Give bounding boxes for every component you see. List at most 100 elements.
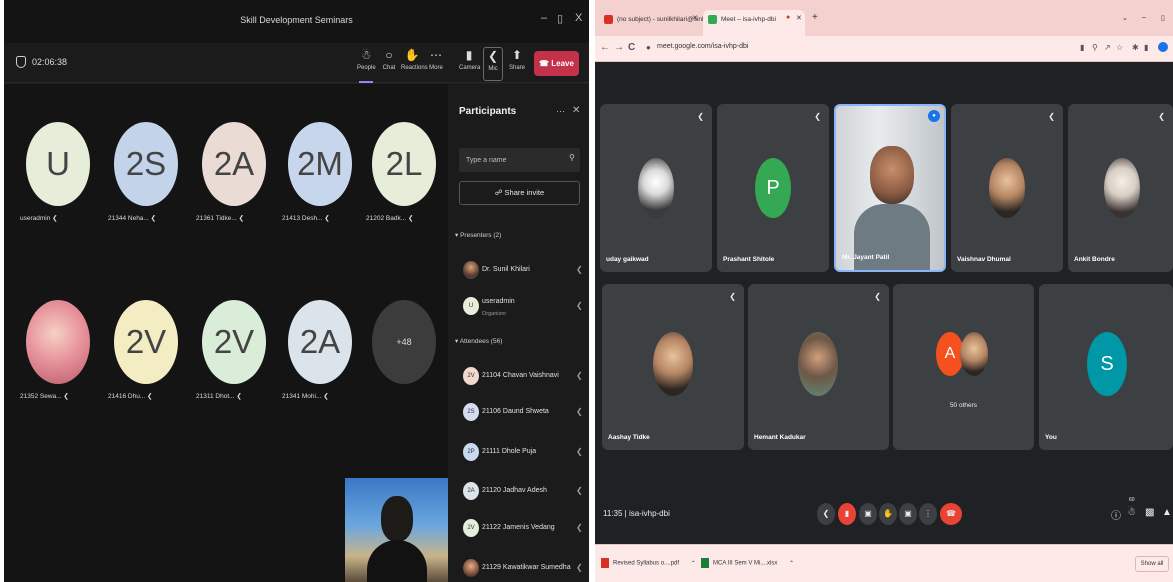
participant-row[interactable]: 2S 21106 Daund Shweta ❮ (460, 400, 585, 424)
participant-search-input[interactable] (459, 148, 580, 172)
overflow-tile[interactable]: +48 (366, 300, 442, 384)
tab-search-icon[interactable]: ⌄ (1122, 14, 1128, 22)
more-options-button[interactable]: ⋮ (919, 503, 937, 525)
close-tab-icon[interactable]: ✕ (692, 14, 698, 22)
zoom-icon[interactable]: ⚲ (1092, 43, 1098, 52)
leave-call-button[interactable]: ☎ (940, 503, 962, 525)
close-tab-icon[interactable]: ✕ (796, 14, 802, 22)
people-button[interactable]: ☃ People (357, 47, 376, 83)
download-item[interactable]: MCA III Sem V Mi....xlsx ⌃ (701, 558, 794, 568)
avatar-letter: P (755, 158, 791, 218)
share-page-icon[interactable]: ↗ (1104, 43, 1111, 52)
mic-muted-icon: ❮ (874, 292, 881, 301)
close-icon[interactable]: X (575, 12, 582, 24)
chat-icon[interactable]: ▩ (1145, 507, 1154, 518)
participant-tile[interactable]: 2V 21416 Dhu... ❮ (108, 300, 184, 400)
raise-hand-button[interactable]: ✋ (879, 503, 897, 525)
activities-icon[interactable]: ▲ (1162, 507, 1172, 518)
share-invite-label: Share invite (504, 188, 545, 197)
attendees-heading[interactable]: ▾ Attendees (56) (455, 337, 502, 345)
share-invite-button[interactable]: ☍ Share invite (459, 181, 580, 205)
others-tile[interactable]: A 50 others (893, 284, 1034, 450)
more-vertical-icon: ⋮ (924, 509, 932, 518)
chevron-up-icon[interactable]: ⌃ (789, 561, 794, 567)
camera-button[interactable]: ▮ Camera (459, 47, 481, 81)
mic-button[interactable]: ❮ (817, 503, 835, 525)
leave-button[interactable]: ☎ Leave (534, 51, 579, 76)
tab-gmail[interactable]: (no subject) - sunilkhilari@sinhg... (599, 10, 715, 36)
participant-tile[interactable]: 2L 21202 Badk... ❮ (366, 122, 442, 222)
show-all-button[interactable]: Show all (1135, 556, 1169, 572)
profile-avatar[interactable] (1158, 42, 1168, 52)
participant-row[interactable]: 2V 21122 Jamenis Vedang ❮ (460, 516, 585, 540)
mic-muted-icon: ❮ (576, 265, 583, 274)
video-grid: U useradmin ❮ 2S 21344 Neha... ❮ 2A 2136… (4, 84, 448, 582)
camera-off-button[interactable]: ▮ (838, 503, 856, 525)
reactions-button[interactable]: ✋ Reactions (401, 47, 428, 81)
maximize-icon[interactable]: ▯ (1161, 14, 1165, 22)
present-button[interactable]: ▣ (899, 503, 917, 525)
chevron-up-icon[interactable]: ⌃ (691, 561, 696, 567)
maximize-icon[interactable]: ▯ (557, 12, 563, 25)
share-invite-icon: ☍ (494, 188, 503, 197)
participant-tile[interactable]: U useradmin ❮ (20, 122, 96, 222)
participant-name: Hemant Kadukar (754, 434, 806, 441)
participant-row[interactable]: 2V 21104 Chavan Vaishnavi ❮ (460, 364, 585, 388)
panel-title: Participants (459, 106, 517, 117)
participant-tile[interactable]: 2V 21311 Dhot... ❮ (196, 300, 272, 400)
panel-more-icon[interactable]: ⋯ (556, 106, 565, 117)
participant-row[interactable]: Dr. Sunil Khilari ❮ (460, 258, 585, 282)
panel-close-icon[interactable]: ✕ (572, 105, 580, 116)
captions-button[interactable]: ▣ (859, 503, 877, 525)
avatar: 2S (114, 122, 178, 206)
participant-tile[interactable]: 2M 21413 Desh... ❮ (282, 122, 358, 222)
minimize-icon[interactable]: – (541, 12, 547, 24)
address-bar[interactable]: ● meet.google.com/isa-ivhp-dbi (643, 39, 1003, 59)
participant-row[interactable]: 2A 21120 Jadhav Adesh ❮ (460, 479, 585, 503)
bookmark-star-icon[interactable]: ☆ (1116, 43, 1123, 52)
participant-tile[interactable]: ❮ uday gaikwad (600, 104, 712, 272)
mic-muted-icon: ❮ (150, 215, 157, 222)
participant-name: Mr. Jayant Patil (842, 254, 890, 261)
participant-tile[interactable]: 2S 21344 Neha... ❮ (108, 122, 184, 222)
participant-tile[interactable]: 2A 21361 Tidke... ❮ (196, 122, 272, 222)
back-icon[interactable]: ← (600, 42, 610, 53)
avatar: 2V (463, 367, 479, 385)
chat-button[interactable]: ○ Chat (380, 47, 398, 81)
participant-tile[interactable]: 2A 21341 Mohi... ❮ (282, 300, 358, 400)
presenters-heading[interactable]: ▾ Presenters (2) (455, 231, 501, 239)
avatar: 2V (114, 300, 178, 384)
participant-row[interactable]: 21129 Kawatikwar Sumedha ❮ (460, 556, 585, 580)
participant-tile[interactable]: ❮ Aashay Tidke (602, 284, 744, 450)
tile-name: 21352 Sewa... ❮ (20, 393, 69, 400)
camera-indicator-icon[interactable]: ▮ (1080, 43, 1084, 52)
camera-label: Camera (459, 65, 481, 71)
participant-row[interactable]: 2P 21111 Dhole Puja ❮ (460, 440, 585, 464)
people-icon[interactable]: ☃ (1127, 507, 1136, 518)
download-filename: Revised Syllabus o....pdf (613, 560, 680, 567)
new-tab-icon[interactable]: + (812, 12, 818, 23)
participant-tile[interactable]: ❮ Vaishnav Dhumal (951, 104, 1063, 272)
reload-icon[interactable]: C (628, 42, 635, 53)
mic-button[interactable]: ❮ Mic (483, 47, 503, 81)
participant-tile[interactable]: P ❮ Prashant Shitole (717, 104, 829, 272)
participant-tile[interactable]: 21352 Sewa... ❮ (20, 300, 96, 400)
sidebar-icon[interactable]: ▮ (1144, 43, 1148, 52)
participant-name: Prashant Shitole (723, 256, 775, 263)
forward-icon[interactable]: → (614, 42, 624, 53)
self-tile[interactable]: S You (1039, 284, 1173, 450)
search-icon: ⚲ (569, 153, 575, 162)
share-button[interactable]: ⬆ Share (508, 47, 526, 81)
extensions-icon[interactable]: ✱ (1132, 43, 1139, 52)
minimize-icon[interactable]: – (1142, 14, 1146, 21)
active-speaker-tile[interactable]: ● Mr. Jayant Patil (834, 104, 946, 272)
more-button[interactable]: ⋯ More (428, 47, 444, 81)
mic-muted-icon: ❮ (697, 112, 704, 121)
meet-video-grid: ❮ uday gaikwad P ❮ Prashant Shitole ● Mr… (595, 62, 1173, 500)
info-icon[interactable]: ⓘ (1111, 507, 1121, 522)
tab-title: Meet – isa-ivhp-dbi (721, 16, 776, 23)
participant-tile[interactable]: ❮ Ankit Bondre (1068, 104, 1173, 272)
download-item[interactable]: Revised Syllabus o....pdf ⌃ (601, 558, 696, 568)
participant-row[interactable]: U useradmin Organizer ❮ (460, 294, 585, 318)
participant-tile[interactable]: ❮ Hemant Kadukar (748, 284, 889, 450)
